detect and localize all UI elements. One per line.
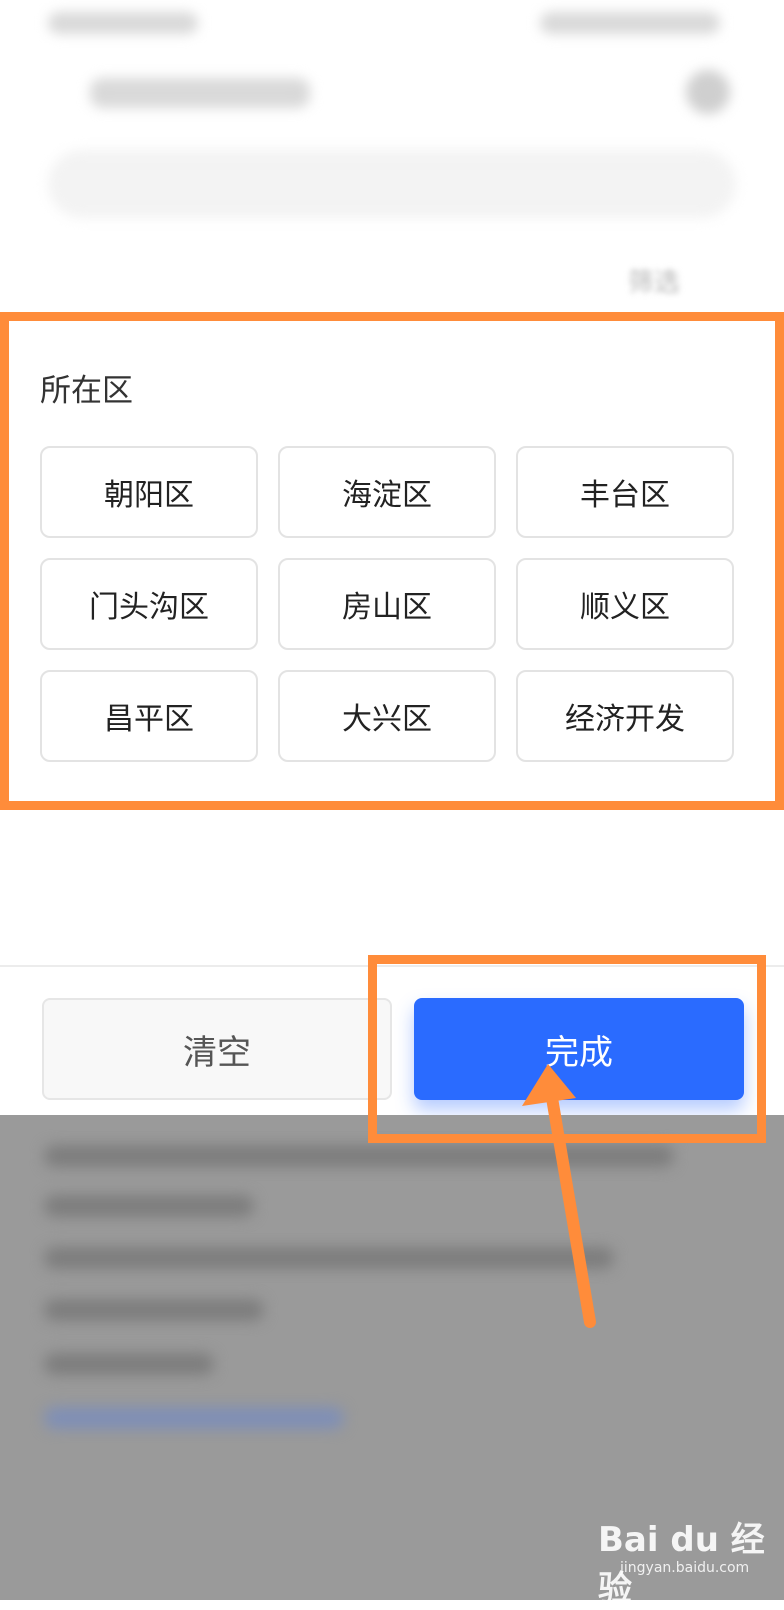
- clear-button[interactable]: 清空: [42, 998, 392, 1100]
- blurred-line: [44, 1299, 264, 1321]
- page-title-placeholder: [90, 78, 310, 108]
- annotation-highlight-done: [368, 955, 766, 1143]
- status-bar-right: [540, 12, 720, 34]
- filter-tab[interactable]: 筛选: [628, 262, 680, 299]
- header-icon: [686, 70, 730, 114]
- baidu-watermark-url: jingyan.baidu.com: [620, 1560, 750, 1576]
- blurred-line: [44, 1247, 614, 1269]
- blurred-link: [44, 1407, 344, 1429]
- search-bar: [48, 150, 736, 218]
- annotation-highlight-panel: [0, 312, 784, 810]
- blurred-line: [44, 1195, 254, 1217]
- status-bar-left: [48, 12, 198, 34]
- blurred-line: [44, 1145, 674, 1167]
- blurred-line: [44, 1353, 214, 1375]
